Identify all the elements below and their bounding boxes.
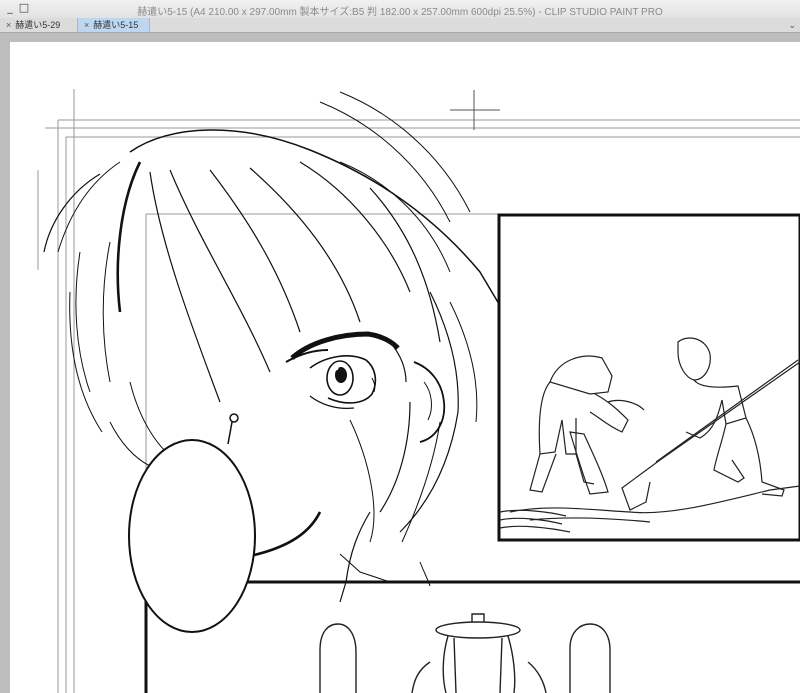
close-tab-icon[interactable]: × <box>6 20 11 30</box>
tab-label: 赫遣い5-15 <box>93 20 139 30</box>
tab-list-dropdown-icon[interactable]: ⌄ <box>788 18 796 32</box>
document-tab-bar: × 赫遣い5-29 × 赫遣い5-15 ⌄ <box>0 18 800 33</box>
close-tab-icon[interactable]: × <box>84 20 89 30</box>
window-title: 赫遣い5-15 (A4 210.00 x 297.00mm 製本サイズ:B5 判… <box>137 7 663 18</box>
tab-label: 赫遣い5-29 <box>15 20 61 30</box>
window-titlebar: _ □ 赫遣い5-15 (A4 210.00 x 297.00mm 製本サイズ:… <box>0 0 800 19</box>
tab-document-5-15[interactable]: × 赫遣い5-15 <box>78 18 150 32</box>
tab-document-5-29[interactable]: × 赫遣い5-29 <box>0 18 78 32</box>
manga-page[interactable] <box>10 42 800 693</box>
panel-top-right <box>497 213 800 542</box>
character-closeup <box>43 91 500 633</box>
panel-bottom <box>144 580 800 693</box>
registration-cross-mark <box>450 90 500 130</box>
canvas-area[interactable] <box>0 33 800 693</box>
manga-artwork <box>37 89 800 693</box>
